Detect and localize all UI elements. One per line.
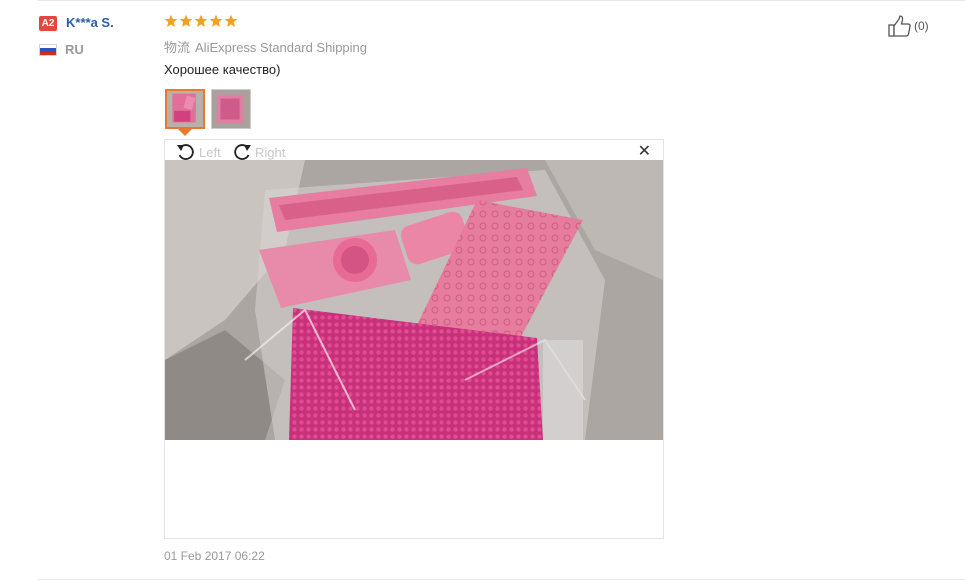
buyer-name[interactable]: K***a S.: [66, 15, 114, 30]
star-icon: [209, 14, 223, 27]
star-rating: [164, 14, 238, 28]
review-photo-large: [165, 160, 663, 440]
buyer-country: RU: [65, 42, 84, 57]
bottom-divider: [38, 579, 965, 580]
country-flag-icon: [39, 44, 57, 56]
star-icon: [164, 14, 178, 27]
active-thumbnail-pointer: [178, 129, 192, 136]
review-photo-thumbnail-2[interactable]: [211, 89, 251, 129]
helpful-count: (0): [914, 19, 929, 33]
rotate-right-icon: [234, 144, 251, 160]
rotate-left-button[interactable]: Left: [175, 142, 221, 162]
review-date: 01 Feb 2017 06:22: [164, 549, 265, 563]
rotate-left-label: Left: [199, 144, 221, 160]
shipping-method: AliExpress Standard Shipping: [195, 40, 368, 55]
rotate-right-label: Right: [255, 144, 286, 160]
star-icon: [179, 14, 193, 27]
shipping-label: 物流: [164, 40, 191, 55]
top-divider: [38, 0, 965, 1]
review-photo-thumbnail-1[interactable]: [165, 89, 205, 129]
thumbs-up-icon: [888, 15, 911, 37]
star-icon: [194, 14, 208, 27]
buyer-level-badge: A2: [39, 16, 57, 31]
star-icon: [224, 14, 238, 27]
review-text: Хорошее качество): [164, 62, 281, 77]
close-icon[interactable]: ✕: [638, 142, 651, 162]
helpful-button[interactable]: (0): [887, 14, 929, 38]
photo-viewer: Left Right ✕: [164, 139, 664, 539]
rotate-right-button[interactable]: Right: [231, 142, 285, 162]
shipping-info: 物流 AliExpress Standard Shipping: [164, 37, 367, 56]
rotate-left-icon: [177, 144, 194, 160]
